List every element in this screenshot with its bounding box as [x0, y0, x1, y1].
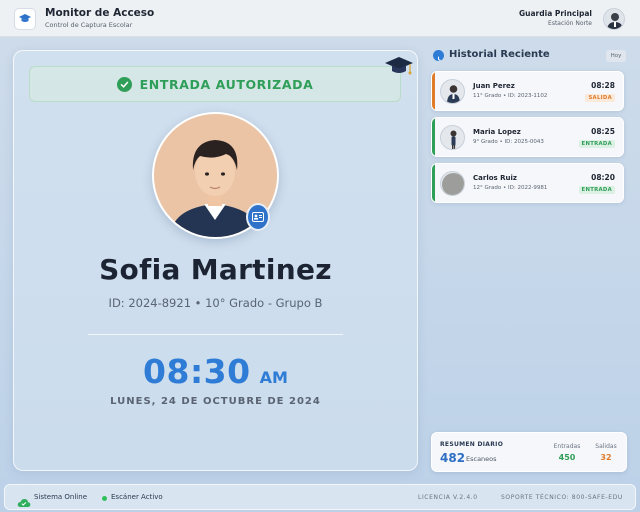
history-item[interactable]: Maria Lopez 9° Grado • ID: 2025-0043 08:…	[431, 117, 624, 157]
scanner-status-dot	[102, 496, 107, 501]
history-name: Carlos Ruiz	[473, 174, 517, 182]
app-header: Monitor de Acceso Control de Captura Esc…	[0, 0, 640, 37]
history-item[interactable]: Juan Perez 11° Grado • ID: 2023-1102 08:…	[431, 71, 624, 111]
authorization-text: ENTRADA AUTORIZADA	[139, 76, 314, 92]
history-avatar	[440, 79, 465, 104]
scanner-status: Escáner Activo	[111, 493, 163, 501]
daily-summary: RESUMEN DIARIO 482 Escaneos Entradas 450…	[431, 432, 627, 472]
history-accent	[432, 118, 435, 156]
student-meta: ID: 2024-8921 • 10° Grado - Grupo B	[108, 296, 323, 310]
graduation-cap-icon	[384, 54, 414, 78]
history-time: 08:25	[591, 127, 615, 136]
clock-time: 08:30	[143, 352, 251, 391]
authorization-banner: ENTRADA AUTORIZADA	[29, 66, 401, 102]
exits-value: 32	[600, 453, 612, 462]
status-bar: Sistema Online Escáner Activo LICENCIA V…	[4, 484, 636, 510]
support-text: SOPORTE TÉCNICO: 800-SAFE-EDU	[501, 494, 623, 501]
system-status: Sistema Online	[34, 493, 87, 501]
history-title: Historial Reciente	[449, 49, 550, 60]
entries-value: 450	[558, 453, 576, 462]
cloud-icon	[17, 493, 31, 507]
history-avatar	[440, 125, 465, 150]
history-tag: ENTRADA	[578, 186, 615, 194]
history-accent	[432, 164, 435, 202]
summary-count: 482	[440, 451, 466, 465]
history-name: Juan Perez	[473, 82, 515, 90]
app-subtitle: Control de Captura Escolar	[45, 21, 133, 29]
history-name: Maria Lopez	[473, 128, 521, 136]
history-item[interactable]: Carlos Ruiz 12° Grado • ID: 2022-9981 08…	[431, 163, 624, 203]
guard-name: Guardia Principal	[519, 9, 592, 18]
history-filter-chip[interactable]: Hoy	[606, 50, 626, 62]
summary-label: RESUMEN DIARIO	[440, 441, 504, 448]
check-icon	[116, 76, 132, 92]
history-info: 12° Grado • ID: 2022-9981	[473, 185, 548, 191]
history-avatar	[440, 171, 465, 196]
clock-date: LUNES, 24 DE OCTUBRE DE 2024	[110, 396, 321, 407]
summary-count-label: Escaneos	[466, 455, 497, 463]
clock: 08:30 AM	[13, 352, 418, 391]
history-tag: ENTRADA	[578, 140, 615, 148]
history-tag: SALIDA	[585, 94, 615, 102]
history-time: 08:20	[591, 173, 615, 182]
history-time: 08:28	[591, 81, 615, 90]
divider	[88, 334, 343, 335]
license-text: LICENCIA V.2.4.0	[418, 494, 478, 501]
history-info: 11° Grado • ID: 2023-1102	[473, 93, 548, 99]
app-title: Monitor de Acceso	[45, 7, 155, 19]
guard-station: Estación Norte	[548, 20, 592, 27]
clock-icon	[433, 50, 444, 61]
history-accent	[432, 72, 435, 110]
guard-avatar[interactable]	[603, 8, 625, 30]
id-card-icon[interactable]	[246, 203, 270, 231]
clock-ampm: AM	[259, 368, 288, 387]
exits-label: Salidas	[595, 443, 617, 450]
graduation-cap-icon	[14, 8, 36, 30]
student-name: Sofia Martinez	[99, 253, 332, 286]
history-info: 9° Grado • ID: 2025-0043	[473, 139, 544, 145]
entries-label: Entradas	[553, 443, 581, 450]
